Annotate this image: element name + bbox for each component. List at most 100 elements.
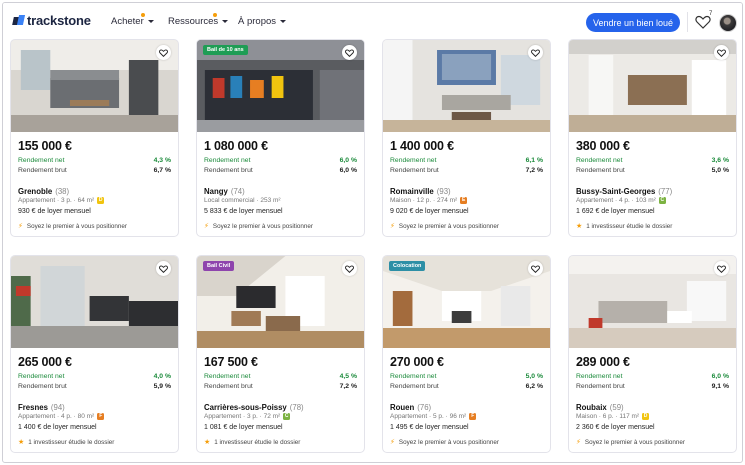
listing-card[interactable]: Colocation 270 000 € Rendement net 5,0 %… xyxy=(382,255,551,453)
energy-rating-badge: F xyxy=(469,413,477,420)
listing-card[interactable]: Bail de 10 ans 1 080 000 € Rendement net… xyxy=(196,39,365,237)
favorite-heart-icon[interactable] xyxy=(714,261,729,276)
logo[interactable]: trackstone xyxy=(13,13,91,28)
favorite-heart-icon[interactable] xyxy=(528,45,543,60)
net-yield-value: 4,0 % xyxy=(153,373,171,380)
net-yield-label: Rendement net xyxy=(576,157,623,164)
net-yield-value: 3,6 % xyxy=(711,157,729,164)
department-code: (77) xyxy=(658,187,673,196)
nav-a-propos[interactable]: À propos xyxy=(238,16,287,27)
gross-yield-value: 5,9 % xyxy=(153,383,171,390)
listing-card[interactable]: 265 000 € Rendement net 4,0 % Rendement … xyxy=(10,255,179,453)
gross-yield-label: Rendement brut xyxy=(18,167,67,174)
listing-city: Fresnes (94) xyxy=(18,403,65,412)
gross-yield-label: Rendement brut xyxy=(18,383,67,390)
favorite-heart-icon[interactable] xyxy=(342,261,357,276)
listing-card[interactable]: 155 000 € Rendement net 4,3 % Rendement … xyxy=(10,39,179,237)
listing-photo[interactable] xyxy=(569,40,736,132)
favorite-heart-icon[interactable] xyxy=(342,45,357,60)
user-avatar[interactable] xyxy=(719,14,737,32)
listing-activity: ⚡ Soyez le premier à vous positionner xyxy=(18,222,128,231)
favorite-heart-icon[interactable] xyxy=(156,261,171,276)
gross-yield-label: Rendement brut xyxy=(576,167,625,174)
listing-photo[interactable] xyxy=(569,256,736,348)
city-name: Carrières-sous-Poissy xyxy=(204,403,287,412)
city-name: Romainville xyxy=(390,187,434,196)
listing-price: 167 500 € xyxy=(204,355,258,369)
department-code: (59) xyxy=(609,403,624,412)
property-details: Maison · 12 p. · 274 m² xyxy=(390,197,458,204)
star-icon: ★ xyxy=(204,439,211,446)
gross-yield-value: 7,2 % xyxy=(525,167,543,174)
gross-yield-label: Rendement brut xyxy=(390,383,439,390)
net-yield-label: Rendement net xyxy=(204,157,251,164)
star-icon: ★ xyxy=(18,439,25,446)
listing-city: Bussy-Saint-Georges (77) xyxy=(576,187,672,196)
net-yield-row: Rendement net 6,0 % xyxy=(204,157,357,164)
listing-price: 1 400 000 € xyxy=(390,139,454,153)
logo-mark-icon xyxy=(13,15,24,26)
gross-yield-label: Rendement brut xyxy=(576,383,625,390)
bolt-icon: ⚡ xyxy=(390,223,395,230)
net-yield-value: 6,0 % xyxy=(339,157,357,164)
property-details: Appartement · 4 p. · 80 m² xyxy=(18,413,95,420)
nav-acheter-label: Acheter xyxy=(111,16,144,27)
gross-yield-row: Rendement brut 5,0 % xyxy=(576,167,729,174)
listing-photo[interactable] xyxy=(11,40,178,132)
listing-photo[interactable] xyxy=(383,40,550,132)
nav-a-propos-label: À propos xyxy=(238,16,277,27)
nav-ressources[interactable]: Ressources xyxy=(168,13,229,27)
activity-text: Soyez le premier à vous positionner xyxy=(584,438,686,446)
gross-yield-row: Rendement brut 6,7 % xyxy=(18,167,171,174)
app-frame: trackstone Acheter Ressources À propos V… xyxy=(2,2,743,463)
gross-yield-row: Rendement brut 6,2 % xyxy=(390,383,543,390)
favorite-heart-icon[interactable] xyxy=(714,45,729,60)
gross-yield-value: 6,2 % xyxy=(525,383,543,390)
favorites-heart-icon[interactable] xyxy=(695,15,711,29)
activity-text: 1 investisseur étudie le dossier xyxy=(586,222,673,230)
nav-acheter[interactable]: Acheter xyxy=(111,13,154,27)
chevron-down-icon xyxy=(147,20,154,23)
net-yield-label: Rendement net xyxy=(18,373,65,380)
nav-ressources-label: Ressources xyxy=(168,16,219,27)
listing-price: 155 000 € xyxy=(18,139,72,153)
net-yield-value: 5,0 % xyxy=(525,373,543,380)
listing-activity: ⚡ Soyez le premier à vous positionner xyxy=(390,222,500,231)
listing-card[interactable]: 289 000 € Rendement net 6,0 % Rendement … xyxy=(568,255,737,453)
listing-price: 265 000 € xyxy=(18,355,72,369)
bolt-icon: ⚡ xyxy=(576,439,581,446)
department-code: (94) xyxy=(50,403,65,412)
energy-rating-badge: D xyxy=(97,197,105,204)
top-header: trackstone Acheter Ressources À propos V… xyxy=(3,3,742,39)
listing-card[interactable]: 1 400 000 € Rendement net 6,1 % Rendemen… xyxy=(382,39,551,237)
net-yield-label: Rendement net xyxy=(390,157,437,164)
gross-yield-row: Rendement brut 7,2 % xyxy=(204,383,357,390)
sell-rented-property-button[interactable]: Vendre un bien loué xyxy=(586,13,680,32)
net-yield-row: Rendement net 4,0 % xyxy=(18,373,171,380)
property-details: Local commercial · 253 m² xyxy=(204,197,281,204)
listing-activity: ★ 1 investisseur étudie le dossier xyxy=(576,222,673,231)
chevron-down-icon xyxy=(222,20,229,23)
favorite-heart-icon[interactable] xyxy=(528,261,543,276)
activity-text: Soyez le premier à vous positionner xyxy=(398,222,500,230)
net-yield-label: Rendement net xyxy=(390,373,437,380)
gross-yield-label: Rendement brut xyxy=(390,167,439,174)
listing-price: 380 000 € xyxy=(576,139,630,153)
bolt-icon: ⚡ xyxy=(18,223,23,230)
gross-yield-value: 6,7 % xyxy=(153,167,171,174)
gross-yield-row: Rendement brut 9,1 % xyxy=(576,383,729,390)
city-name: Bussy-Saint-Georges xyxy=(576,187,656,196)
listing-card[interactable]: Bail Civil 167 500 € Rendement net 4,5 %… xyxy=(196,255,365,453)
favorite-heart-icon[interactable] xyxy=(156,45,171,60)
listing-description: Appartement · 3 p. · 72 m² C xyxy=(204,413,291,420)
city-name: Grenoble xyxy=(18,187,53,196)
activity-text: Soyez le premier à vous positionner xyxy=(26,222,128,230)
listing-price: 270 000 € xyxy=(390,355,444,369)
energy-rating-badge: E xyxy=(460,197,468,204)
listing-activity: ★ 1 investisseur étudie le dossier xyxy=(18,438,114,447)
listing-card[interactable]: 380 000 € Rendement net 3,6 % Rendement … xyxy=(568,39,737,237)
listing-photo[interactable] xyxy=(11,256,178,348)
monthly-rent: 9 020 € de loyer mensuel xyxy=(390,208,469,215)
monthly-rent: 1 692 € de loyer mensuel xyxy=(576,208,655,215)
net-yield-row: Rendement net 4,3 % xyxy=(18,157,171,164)
